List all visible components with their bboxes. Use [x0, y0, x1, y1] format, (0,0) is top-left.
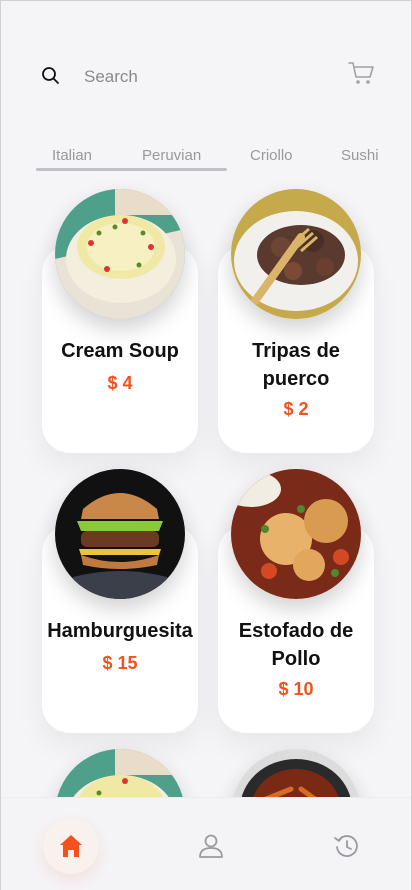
tab-criollo[interactable]: Criollo	[250, 147, 293, 164]
tab-italian[interactable]: Italian	[52, 147, 92, 164]
category-tabs: Italian Peruvian Criollo Sushi	[1, 147, 412, 177]
profile-icon	[199, 834, 223, 858]
food-image-hamburguesita[interactable]	[55, 469, 185, 599]
nav-home[interactable]	[43, 818, 99, 874]
search-icon[interactable]	[41, 66, 61, 86]
food-price: $ 4	[107, 373, 133, 393]
food-title: Cream Soup	[61, 340, 179, 362]
tab-peruvian[interactable]: Peruvian	[142, 147, 201, 164]
food-image-estofado-de-pollo[interactable]	[231, 469, 361, 599]
food-title: Estofado de Pollo	[238, 620, 354, 670]
home-icon	[60, 835, 82, 857]
food-price: $ 10	[278, 679, 314, 699]
food-title: Hamburguesita	[47, 620, 193, 642]
food-image-tripas-de-puerco[interactable]	[231, 189, 361, 319]
tab-sushi[interactable]: Sushi	[341, 147, 379, 164]
search-input[interactable]	[75, 61, 295, 93]
tab-indicator	[36, 168, 227, 171]
nav-history[interactable]	[319, 818, 375, 874]
nav-profile[interactable]	[183, 818, 239, 874]
search-bar	[1, 51, 412, 101]
food-title: Tripas de puerco	[252, 340, 340, 390]
cart-icon[interactable]	[347, 60, 375, 86]
history-icon	[334, 835, 358, 857]
food-image-cream-soup[interactable]	[55, 189, 185, 319]
food-price: $ 2	[283, 399, 309, 419]
bottom-navigation	[1, 797, 411, 890]
food-price: $ 15	[102, 653, 138, 673]
